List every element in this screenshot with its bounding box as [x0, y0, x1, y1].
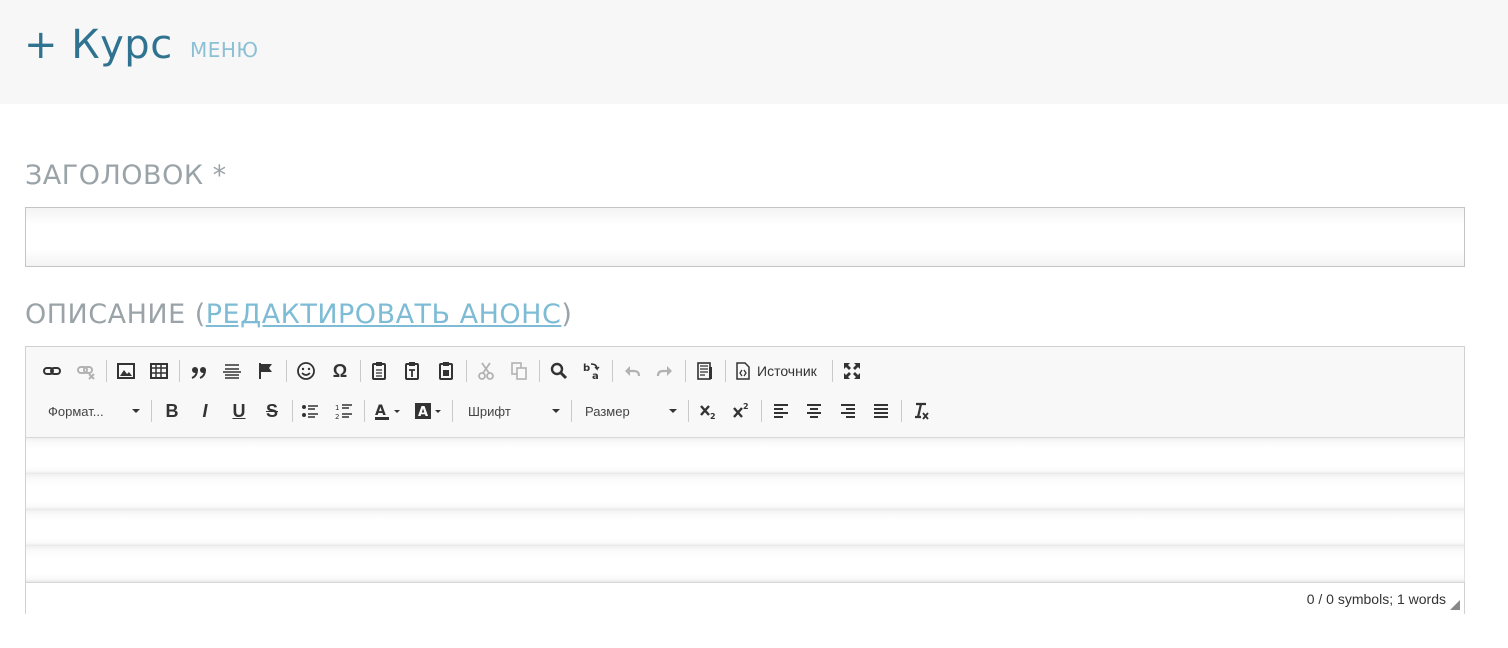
image-icon[interactable]: [112, 356, 140, 386]
toolbar-separator: [286, 360, 287, 382]
toolbar-separator: [364, 400, 365, 422]
source-label: Источник: [757, 363, 817, 379]
font-dropdown[interactable]: Шрифт: [468, 396, 564, 426]
svg-text:A: A: [375, 403, 386, 419]
editor-toolbar: Ω ba Источник Формат... B I U S 1 2 A A …: [26, 347, 1464, 438]
toolbar-separator: [106, 360, 107, 382]
strikethrough-icon[interactable]: S: [258, 396, 286, 426]
rich-text-editor: Ω ba Источник Формат... B I U S 1 2 A A …: [25, 346, 1465, 614]
svg-text:b: b: [583, 363, 590, 374]
svg-text:2: 2: [743, 402, 749, 411]
svg-text:2: 2: [335, 413, 339, 421]
special-char-icon[interactable]: Ω: [326, 356, 354, 386]
unlink-icon[interactable]: [72, 356, 100, 386]
edit-announce-link[interactable]: РЕДАКТИРОВАТЬ АНОНС: [206, 299, 562, 330]
title-field-label: ЗАГОЛОВОК *: [25, 160, 227, 191]
numbered-list-icon[interactable]: 12: [330, 396, 358, 426]
svg-text:a: a: [592, 371, 599, 381]
resize-handle-icon[interactable]: [1450, 600, 1460, 610]
toolbar-separator: [688, 400, 689, 422]
description-label-prefix: ОПИСАНИЕ (: [25, 299, 206, 330]
font-label: Шрифт: [468, 403, 511, 419]
toolbar-separator: [761, 400, 762, 422]
align-right-icon[interactable]: [834, 396, 862, 426]
page-title: + Курс: [24, 22, 173, 68]
toolbar-separator: [466, 360, 467, 382]
anchor-flag-icon[interactable]: [252, 356, 280, 386]
table-icon[interactable]: [145, 356, 173, 386]
format-dropdown[interactable]: Формат...: [48, 396, 144, 426]
description-field-label: ОПИСАНИЕ (РЕДАКТИРОВАТЬ АНОНС): [25, 299, 572, 330]
svg-text:A: A: [418, 405, 428, 420]
toolbar-separator: [179, 360, 180, 382]
remove-format-icon[interactable]: [907, 396, 935, 426]
editor-content-area[interactable]: [26, 438, 1465, 582]
subscript-icon[interactable]: 2: [694, 396, 722, 426]
toolbar-row-2: Формат... B I U S 12 A A Шрифт Размер 2 …: [26, 396, 1464, 426]
align-justify-icon[interactable]: [867, 396, 895, 426]
chevron-down-icon: [552, 409, 560, 413]
top-header: + Курс МЕНЮ: [0, 0, 1508, 104]
toolbar-separator: [901, 400, 902, 422]
redo-icon[interactable]: [651, 356, 679, 386]
superscript-icon[interactable]: 2: [727, 396, 755, 426]
toolbar-separator: [612, 360, 613, 382]
toolbar-separator: [292, 400, 293, 422]
find-icon[interactable]: [545, 356, 573, 386]
chevron-down-icon: [132, 409, 140, 413]
svg-text:2: 2: [710, 412, 716, 421]
title-input[interactable]: [25, 207, 1465, 267]
text-color-icon[interactable]: A: [369, 396, 405, 426]
toolbar-separator: [725, 360, 726, 382]
smiley-icon[interactable]: [292, 356, 320, 386]
template-icon[interactable]: [691, 356, 719, 386]
toolbar-separator: [685, 360, 686, 382]
menu-link[interactable]: МЕНЮ: [190, 38, 259, 62]
toolbar-separator: [452, 400, 453, 422]
toolbar-separator: [360, 360, 361, 382]
italic-icon[interactable]: I: [191, 396, 219, 426]
paste-word-icon[interactable]: [432, 356, 460, 386]
align-left-icon[interactable]: [767, 396, 795, 426]
word-count-status: 0 / 0 symbols; 1 words: [1306, 591, 1446, 607]
size-label: Размер: [585, 403, 630, 419]
description-label-suffix: ): [561, 299, 573, 330]
editor-statusbar: 0 / 0 symbols; 1 words: [26, 582, 1464, 614]
source-icon: [736, 362, 750, 380]
chevron-down-icon: [669, 409, 677, 413]
maximize-icon[interactable]: [838, 356, 866, 386]
toolbar-separator: [571, 400, 572, 422]
link-icon[interactable]: [38, 356, 66, 386]
replace-icon[interactable]: ba: [578, 356, 606, 386]
svg-text:1: 1: [335, 404, 339, 412]
blockquote-icon[interactable]: [185, 356, 213, 386]
underline-icon[interactable]: U: [225, 396, 253, 426]
copy-icon[interactable]: [505, 356, 533, 386]
bulleted-list-icon[interactable]: [296, 396, 324, 426]
toolbar-separator: [832, 360, 833, 382]
size-dropdown[interactable]: Размер: [585, 396, 681, 426]
undo-icon[interactable]: [618, 356, 646, 386]
align-center-icon[interactable]: [800, 396, 828, 426]
toolbar-separator: [151, 400, 152, 422]
format-label: Формат...: [48, 403, 104, 419]
horizontal-rule-icon[interactable]: [218, 356, 246, 386]
background-color-icon[interactable]: A: [410, 396, 446, 426]
toolbar-row-1: Ω ba Источник: [26, 356, 1464, 386]
toolbar-separator: [539, 360, 540, 382]
bold-icon[interactable]: B: [158, 396, 186, 426]
paste-icon[interactable]: [365, 356, 393, 386]
source-button[interactable]: Источник: [735, 356, 817, 386]
cut-icon[interactable]: [472, 356, 500, 386]
omega-glyph: Ω: [332, 361, 348, 381]
paste-text-icon[interactable]: [398, 356, 426, 386]
